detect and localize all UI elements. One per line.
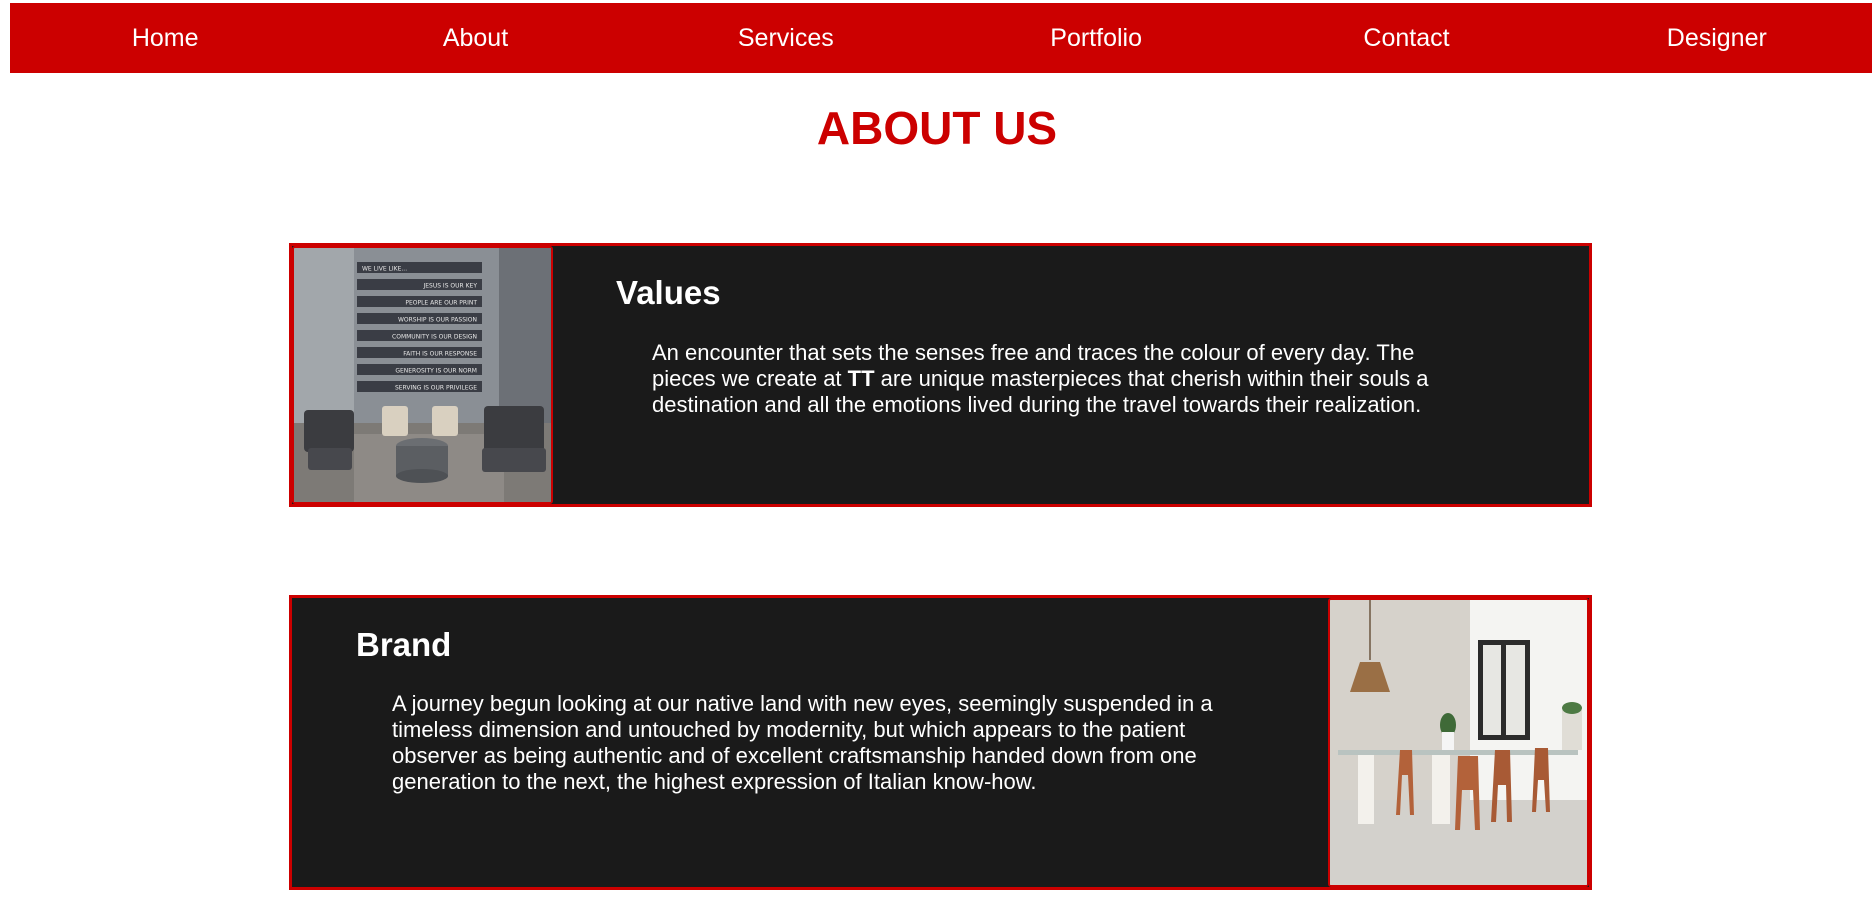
svg-text:JESUS IS OUR KEY: JESUS IS OUR KEY (422, 283, 477, 290)
nav-designer-link[interactable]: Designer (1562, 3, 1872, 73)
nav-contact-link[interactable]: Contact (1251, 3, 1561, 73)
page-title: ABOUT US (816, 102, 1058, 154)
svg-text:PEOPLE ARE OUR PRINT: PEOPLE ARE OUR PRINT (405, 300, 477, 307)
brand-heading: Brand (356, 626, 452, 663)
nav-about-link[interactable]: About (320, 3, 630, 73)
nav-home-link[interactable]: Home (10, 3, 320, 73)
main-nav: Home About Services Portfolio Contact De… (10, 3, 1872, 73)
nav-portfolio-link[interactable]: Portfolio (941, 3, 1251, 73)
dining-room-illustration (1330, 600, 1587, 885)
svg-text:GENEROSITY IS OUR NORM: GENEROSITY IS OUR NORM (395, 368, 477, 375)
lobby-photo-illustration: WE LIVE LIKE... JESUS IS OUR KEY PEOPLE … (294, 248, 551, 502)
values-text: An encounter that sets the senses free a… (652, 340, 1472, 418)
svg-text:SERVING IS OUR PRIVILEGE: SERVING IS OUR PRIVILEGE (395, 385, 477, 392)
dining-room-photo (1328, 598, 1589, 887)
nav-services-link[interactable]: Services (631, 3, 941, 73)
values-card: WE LIVE LIKE... JESUS IS OUR KEY PEOPLE … (289, 243, 1592, 507)
lobby-photo: WE LIVE LIKE... JESUS IS OUR KEY PEOPLE … (292, 246, 553, 504)
svg-text:COMMUNITY IS OUR DESIGN: COMMUNITY IS OUR DESIGN (392, 334, 477, 341)
svg-text:WE LIVE LIKE...: WE LIVE LIKE... (362, 266, 407, 273)
brand-text: A journey begun looking at our native la… (392, 691, 1213, 794)
brand-card: Brand A journey begun looking at our nat… (289, 595, 1592, 890)
svg-text:WORSHIP IS OUR PASSION: WORSHIP IS OUR PASSION (398, 317, 477, 324)
values-text-brand-name: TT (847, 366, 875, 391)
svg-text:FAITH IS OUR RESPONSE: FAITH IS OUR RESPONSE (403, 351, 477, 358)
values-heading: Values (616, 274, 721, 311)
